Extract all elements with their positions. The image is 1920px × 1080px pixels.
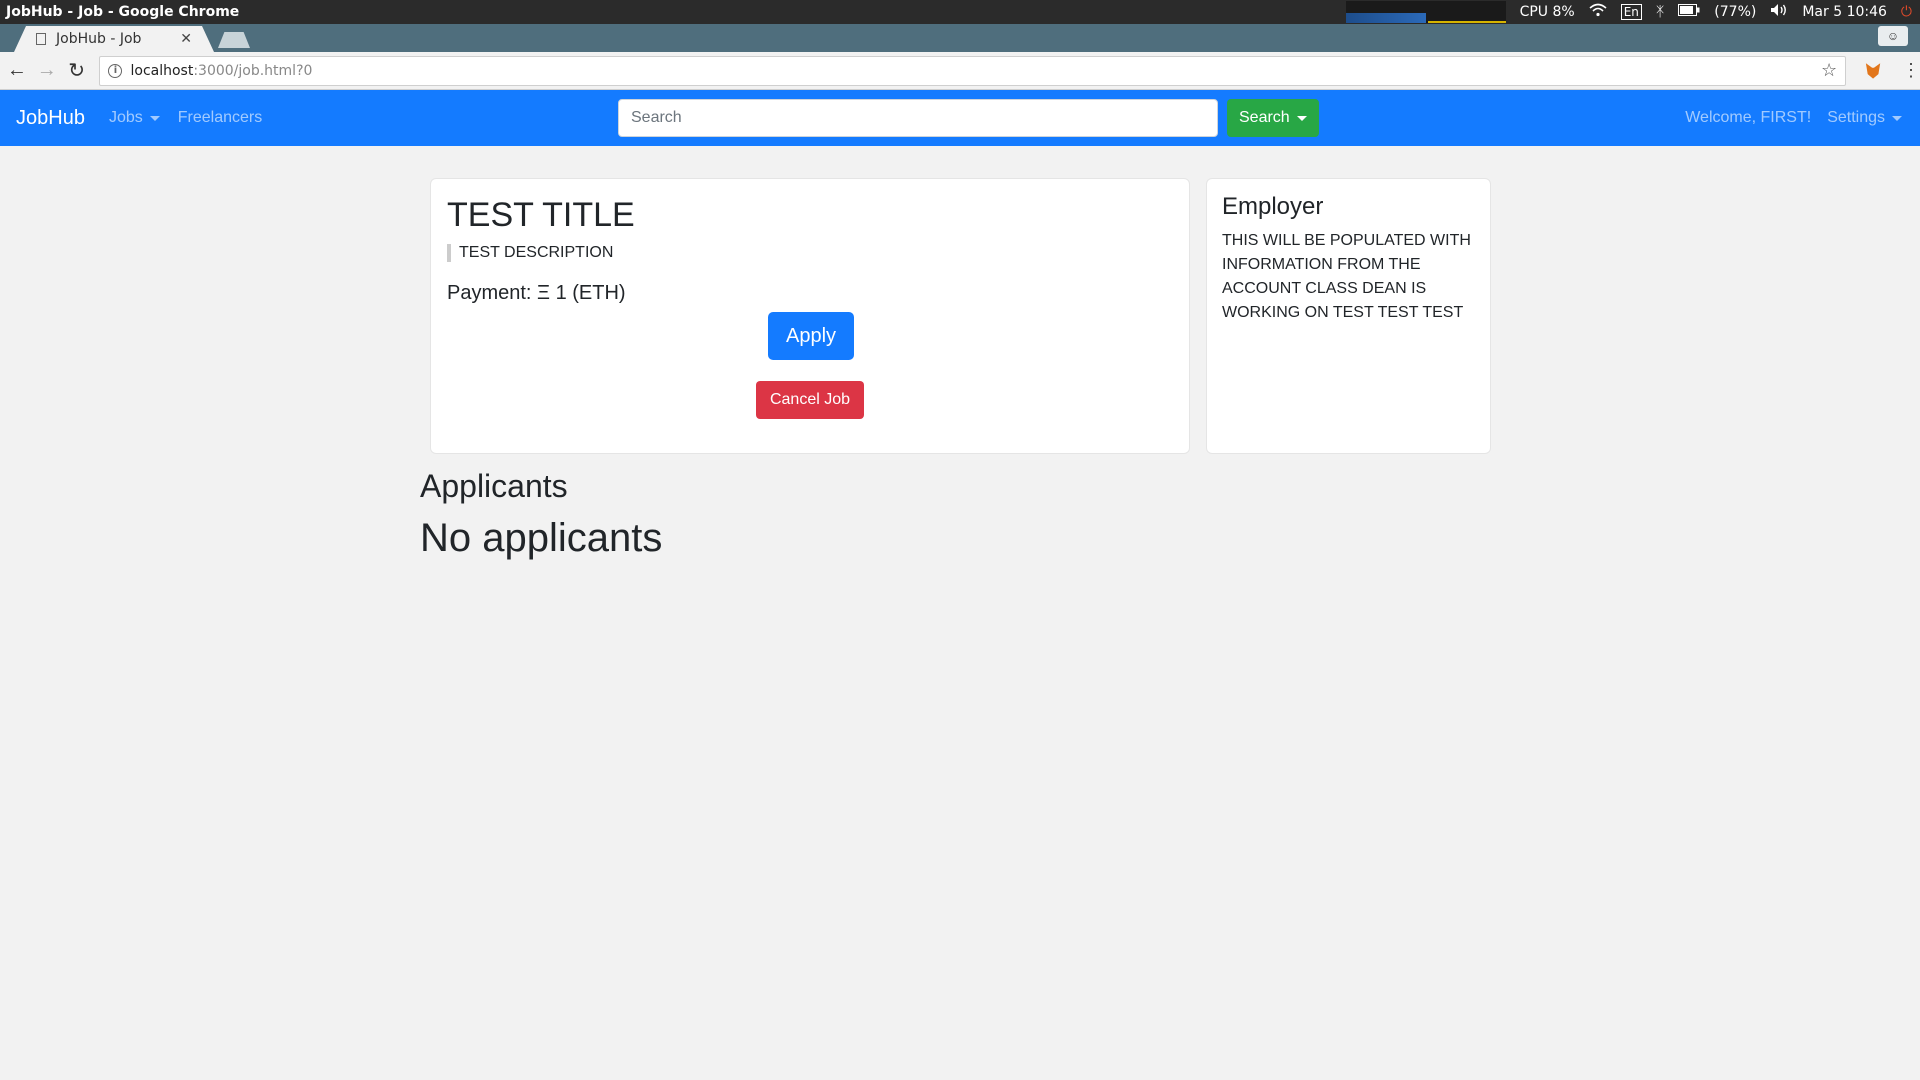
battery-percentage[interactable]: (77%) (1714, 4, 1756, 20)
app-navbar: JobHub Jobs Freelancers Search Welcome, … (0, 90, 1920, 146)
volume-icon[interactable] (1770, 3, 1788, 21)
clock[interactable]: Mar 5 10:46 (1802, 4, 1887, 20)
job-payment: Payment: Ξ 1 (ETH) (447, 281, 626, 304)
search-button-label: Search (1239, 109, 1290, 126)
job-title: TEST TITLE (447, 196, 635, 234)
caret-down-icon (1296, 115, 1307, 121)
job-description: TEST DESCRIPTION (447, 243, 1173, 262)
applicants-heading: Applicants (420, 468, 568, 504)
wifi-icon[interactable] (1589, 3, 1607, 21)
new-tab-button[interactable] (218, 32, 250, 48)
no-applicants-message: No applicants (420, 516, 663, 560)
power-icon[interactable]: ⏻ (1901, 4, 1912, 20)
jobs-label: Jobs (108, 109, 143, 126)
browser-menu-icon[interactable]: ⋮ (1902, 60, 1920, 81)
browser-tab[interactable]: JobHub - Job ✕ (14, 26, 214, 52)
jobs-dropdown[interactable]: Jobs (109, 109, 160, 127)
url-path: :3000/job.html?0 (193, 62, 313, 79)
job-card: TEST TITLE TEST DESCRIPTION Payment: Ξ 1… (430, 178, 1190, 454)
keyboard-layout-indicator[interactable]: En (1620, 4, 1642, 20)
caret-down-icon (1892, 115, 1902, 121)
employer-card: Employer THIS WILL BE POPULATED WITH INF… (1206, 178, 1491, 454)
freelancers-link[interactable]: Freelancers (178, 109, 262, 127)
profile-icon[interactable]: ☺ (1878, 26, 1908, 46)
cpu-graph (1345, 1, 1506, 23)
reload-icon[interactable]: ↻ (64, 58, 90, 84)
back-arrow-icon[interactable]: ← (4, 58, 30, 84)
employer-info: THIS WILL BE POPULATED WITH INFORMATION … (1222, 232, 1471, 321)
metamask-extension-icon[interactable] (1865, 63, 1881, 79)
forward-arrow-icon[interactable]: → (34, 58, 60, 84)
window-title: JobHub - Job - Google Chrome (6, 4, 240, 20)
tab-title: JobHub - Job (56, 31, 142, 47)
address-bar[interactable]: i localhost:3000/job.html?0 ☆ (99, 55, 1847, 86)
browser-toolbar: ← → ↻ i localhost:3000/job.html?0 ☆ ⋮ (0, 52, 1920, 90)
url-host: localhost (130, 62, 194, 79)
navbar-right: Welcome, FIRST! Settings (1685, 109, 1904, 127)
brand-logo[interactable]: JobHub (16, 107, 85, 130)
settings-dropdown[interactable]: Settings (1827, 109, 1902, 127)
close-tab-icon[interactable]: ✕ (180, 31, 192, 47)
search-button[interactable]: Search (1227, 99, 1319, 137)
search-form: Search (618, 99, 1319, 137)
browser-tab-strip: JobHub - Job ✕ ☺ (0, 24, 1920, 52)
caret-down-icon (149, 115, 160, 121)
welcome-text: Welcome, FIRST! (1685, 109, 1812, 126)
settings-label: Settings (1827, 109, 1885, 126)
bookmark-star-icon[interactable]: ☆ (1821, 60, 1837, 81)
search-input[interactable] (618, 99, 1218, 137)
cpu-indicator[interactable]: CPU 8% (1520, 4, 1575, 20)
os-top-bar: JobHub - Job - Google Chrome CPU 8% En ᛡ… (0, 0, 1920, 24)
page-icon (36, 33, 46, 45)
os-indicators: CPU 8% En ᛡ (77%) Mar 5 10:46 ⏻ (1345, 1, 1920, 23)
bluetooth-icon[interactable]: ᛡ (1656, 4, 1664, 20)
site-info-icon[interactable]: i (108, 63, 123, 78)
cancel-job-button[interactable]: Cancel Job (756, 381, 864, 419)
battery-icon[interactable] (1678, 4, 1700, 20)
apply-button[interactable]: Apply (768, 312, 854, 360)
employer-heading: Employer (1222, 193, 1324, 220)
